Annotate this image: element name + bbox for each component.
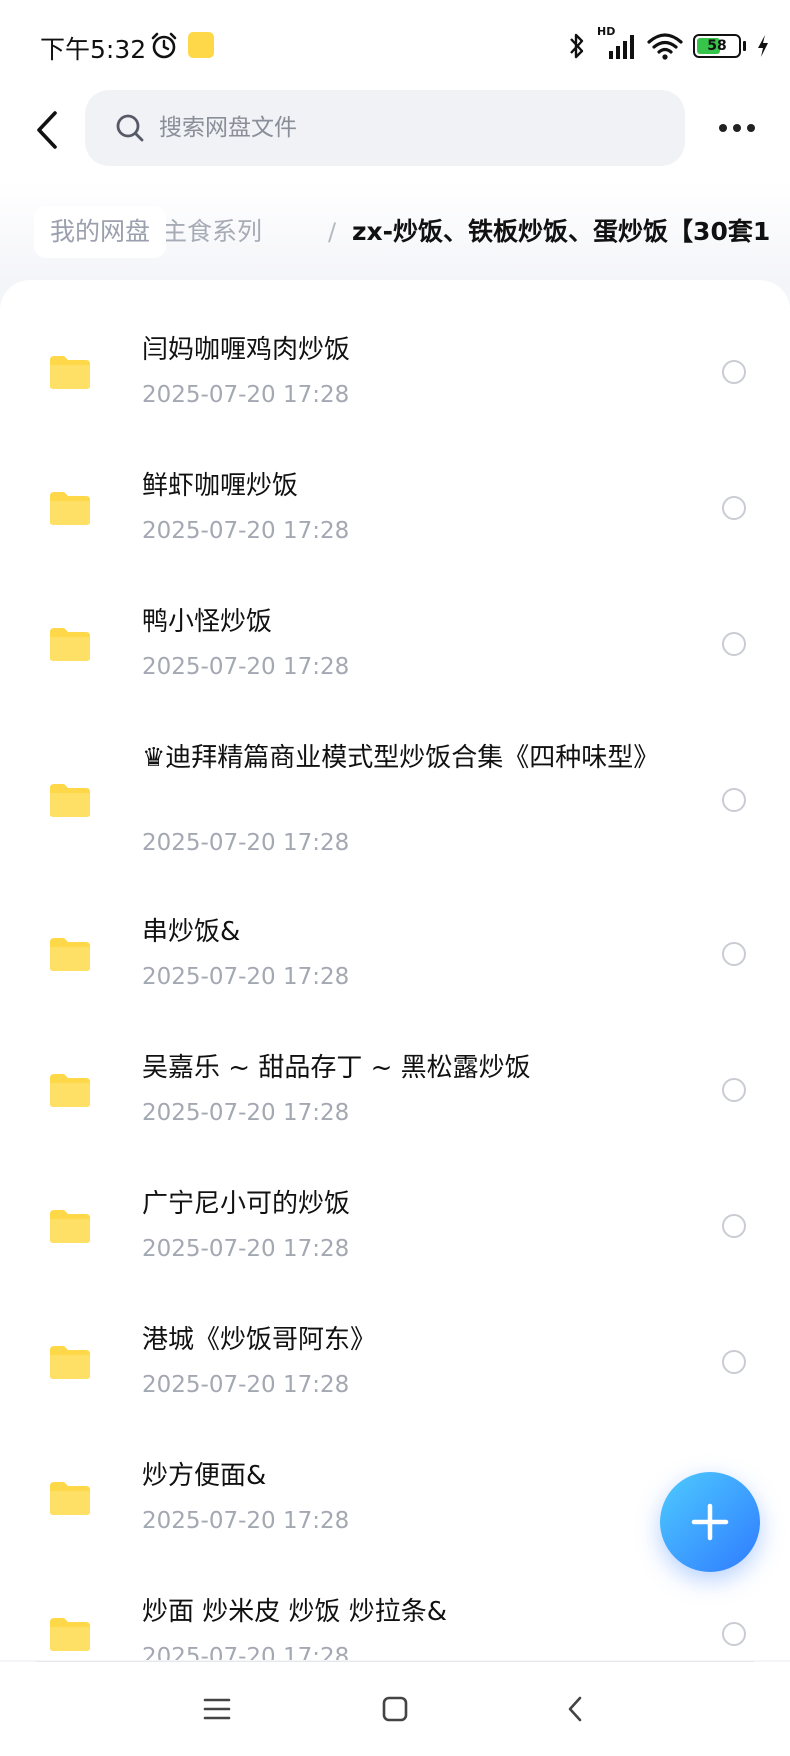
bluetooth-icon [570, 33, 584, 59]
nav-back-button[interactable] [550, 1684, 600, 1734]
signal-bars-icon [609, 35, 634, 59]
select-checkbox[interactable] [722, 1350, 746, 1374]
breadcrumb-separator: / [328, 218, 337, 246]
file-date: 2025-07-20 17:28 [142, 1236, 350, 1262]
select-checkbox[interactable] [722, 1078, 746, 1102]
file-list: 闫妈咖喱鸡肉炒饭 2025-07-20 17:28 鲜虾咖喱炒饭 2025-07-20… [0, 280, 790, 1660]
folder-icon [50, 1346, 90, 1379]
file-name: ♛迪拜精篇商业模式型炒饭合集《四种味型》 [142, 743, 660, 773]
home-square-icon [382, 1696, 408, 1722]
more-dots-icon [747, 124, 755, 132]
file-row[interactable]: 港城《炒饭哥阿东》 2025-07-20 17:28 [0, 1320, 790, 1404]
search-icon [116, 114, 144, 142]
file-name: 串炒饭& [142, 917, 241, 947]
plus-icon [691, 1503, 729, 1541]
select-checkbox[interactable] [722, 360, 746, 384]
battery-cap [743, 41, 746, 51]
status-bar: 下午5:32 HD 58 [0, 0, 790, 90]
status-time: 下午5:32 [40, 35, 147, 64]
breadcrumb-item-parent[interactable]: 主食系列 [162, 206, 262, 258]
file-name: 鲜虾咖喱炒饭 [142, 471, 299, 501]
folder-icon [50, 356, 90, 389]
app-notification-icon [188, 32, 214, 58]
file-name: 炒面 炒米皮 炒饭 炒拉条& [142, 1597, 448, 1627]
folder-icon [50, 628, 90, 661]
wifi-icon [647, 33, 683, 60]
file-date: 2025-07-20 17:28 [142, 1508, 350, 1534]
cellular-signal: HD [597, 25, 637, 61]
charging-icon [758, 35, 768, 57]
nav-home-button[interactable] [370, 1684, 420, 1734]
search-box[interactable] [85, 90, 685, 166]
breadcrumb-item-current: zx-炒饭、铁板炒饭、蛋炒饭【30套1 [352, 217, 771, 246]
file-date: 2025-07-20 17:28 [142, 1644, 350, 1660]
file-date: 2025-07-20 17:28 [142, 518, 350, 544]
file-row[interactable]: 炒面 炒米皮 炒饭 炒拉条& 2025-07-20 17:28 [0, 1592, 790, 1660]
file-row[interactable]: 广宁尼小可的炒饭 2025-07-20 17:28 [0, 1184, 790, 1268]
select-checkbox[interactable] [722, 942, 746, 966]
file-name: 吴嘉乐 ~ 甜品存丁 ~ 黑松露炒饭 [142, 1053, 531, 1083]
file-date: 2025-07-20 17:28 [142, 382, 350, 408]
file-row[interactable]: 鸭小怪炒饭 2025-07-20 17:28 [0, 602, 790, 686]
file-date: 2025-07-20 17:28 [142, 830, 350, 856]
file-row[interactable]: 闫妈咖喱鸡肉炒饭 2025-07-20 17:28 [0, 330, 790, 414]
file-name: 港城《炒饭哥阿东》 [142, 1325, 377, 1355]
menu-icon [203, 1698, 231, 1720]
header [0, 90, 790, 170]
file-row[interactable]: 鲜虾咖喱炒饭 2025-07-20 17:28 [0, 466, 790, 550]
file-name: 广宁尼小可的炒饭 [142, 1189, 351, 1219]
alarm-clock-icon [151, 32, 177, 59]
search-input[interactable] [159, 115, 639, 141]
file-date: 2025-07-20 17:28 [142, 1100, 350, 1126]
battery-indicator: 58 [693, 34, 741, 58]
folder-icon [50, 784, 90, 817]
add-button[interactable] [660, 1472, 760, 1572]
breadcrumb: 主食系列 我的网盘 / zx-炒饭、铁板炒饭、蛋炒饭【30套1 [0, 200, 790, 266]
more-options-button[interactable] [712, 108, 762, 148]
select-checkbox[interactable] [722, 1622, 746, 1646]
folder-icon [50, 1210, 90, 1243]
file-name: 闫妈咖喱鸡肉炒饭 [142, 335, 351, 365]
screen: 下午5:32 HD 58 搜索网盘文件 主食系列 我的网盘 / zx-炒饭、铁板… [0, 0, 790, 1756]
back-button[interactable] [22, 100, 72, 160]
folder-icon [50, 938, 90, 971]
nav-menu-button[interactable] [192, 1684, 242, 1734]
file-name: 炒方便面& [142, 1461, 267, 1491]
folder-icon [50, 1482, 90, 1515]
nav-back-icon [568, 1696, 582, 1722]
file-date: 2025-07-20 17:28 [142, 1372, 350, 1398]
file-row[interactable]: ♛迪拜精篇商业模式型炒饭合集《四种味型》 2025-07-20 17:28 [0, 738, 790, 862]
folder-icon [50, 1074, 90, 1107]
folder-icon [50, 492, 90, 525]
file-date: 2025-07-20 17:28 [142, 964, 350, 990]
file-date: 2025-07-20 17:28 [142, 654, 350, 680]
select-checkbox[interactable] [722, 788, 746, 812]
breadcrumb-item-root[interactable]: 我的网盘 [34, 206, 167, 258]
more-dots-icon [719, 124, 727, 132]
more-dots-icon [733, 124, 741, 132]
battery-percent: 58 [707, 38, 727, 54]
file-row[interactable]: 串炒饭& 2025-07-20 17:28 [0, 912, 790, 996]
status-right: HD 58 [567, 25, 770, 62]
back-arrow-icon [37, 111, 57, 149]
file-row[interactable]: 吴嘉乐 ~ 甜品存丁 ~ 黑松露炒饭 2025-07-20 17:28 [0, 1048, 790, 1132]
select-checkbox[interactable] [722, 496, 746, 520]
file-name: 鸭小怪炒饭 [142, 607, 273, 637]
system-nav-bar [0, 1662, 790, 1756]
folder-icon [50, 1618, 90, 1651]
select-checkbox[interactable] [722, 632, 746, 656]
select-checkbox[interactable] [722, 1214, 746, 1238]
